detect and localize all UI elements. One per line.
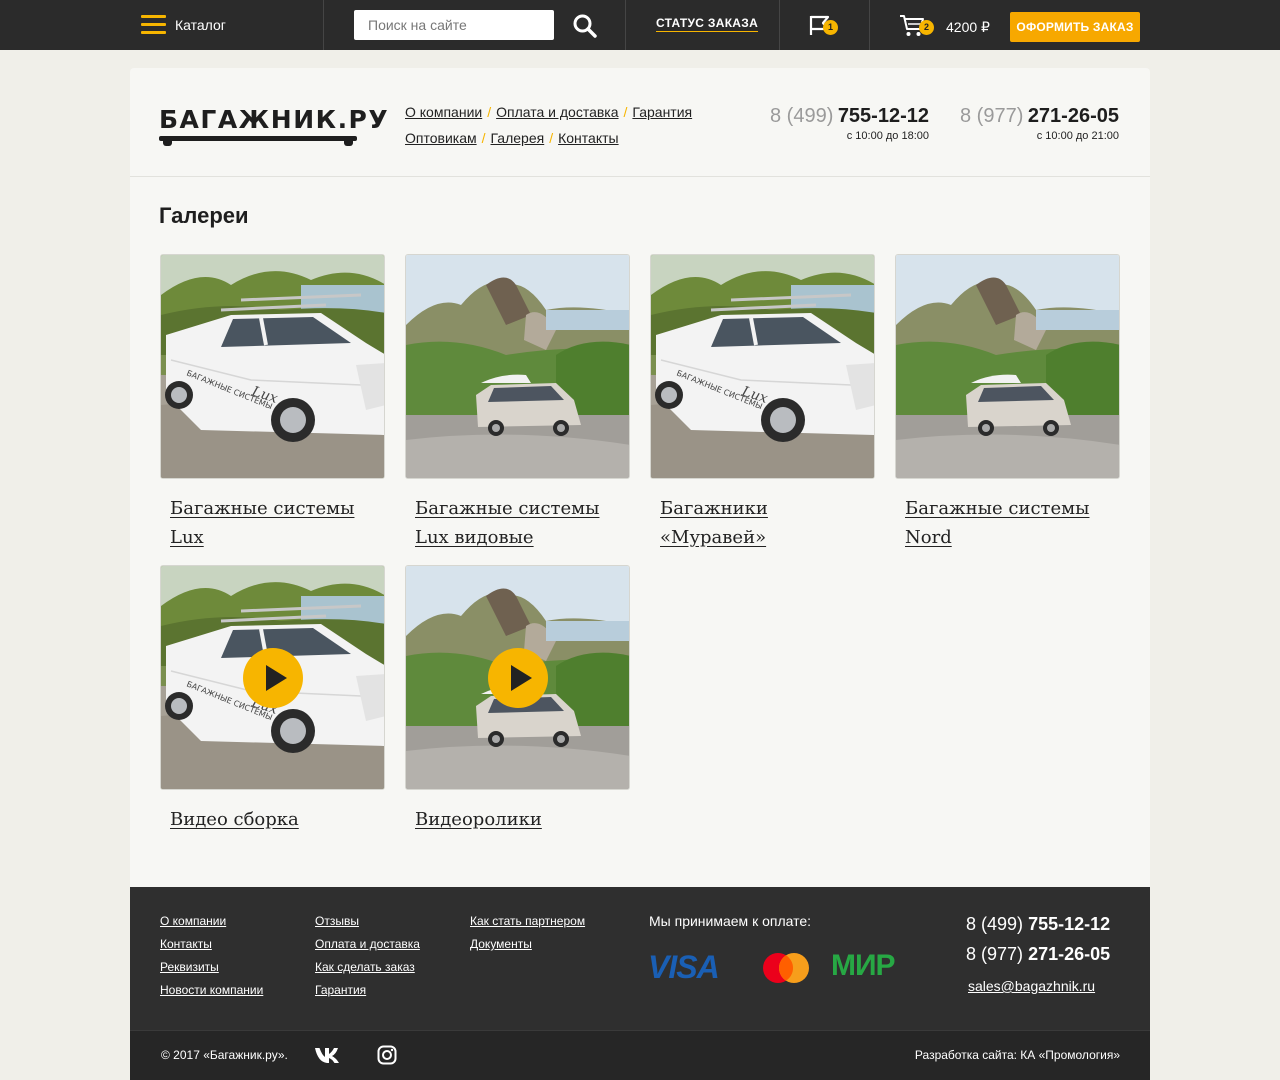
footer-link[interactable]: Гарантия — [315, 983, 420, 998]
nav-gallery[interactable]: Галерея — [491, 130, 545, 146]
footer: О компании Контакты Реквизиты Новости ко… — [130, 887, 1150, 1030]
phone-hours: с 10:00 до 18:00 — [846, 130, 929, 142]
footer-links-col-3: Как стать партнером Документы — [470, 914, 585, 960]
developer-credit[interactable]: Разработка сайта: КА «Промология» — [915, 1048, 1120, 1062]
gallery-card[interactable]: БАГАЖНЫЕ СИСТЕМЫ Lux Багажники «Муравей» — [650, 254, 875, 552]
nav-about[interactable]: О компании — [405, 104, 482, 120]
search-icon[interactable] — [572, 13, 598, 39]
gallery-thumbnail[interactable] — [895, 254, 1120, 479]
play-icon[interactable] — [243, 648, 303, 708]
gallery-title-link[interactable]: Багажные системы Nord — [905, 494, 1120, 552]
topbar-divider — [779, 0, 780, 50]
nav-warranty[interactable]: Гарантия — [632, 104, 692, 120]
header-divider — [130, 176, 1150, 177]
visa-logo: VISA — [648, 949, 720, 985]
gallery-title-link[interactable]: Багажные системы Lux видовые — [415, 494, 630, 552]
header-nav-row-1: О компании / Оплата и доставка / Гарантия — [405, 104, 693, 120]
logo-rack-foot — [344, 138, 353, 146]
nav-payment-delivery[interactable]: Оплата и доставка — [496, 104, 618, 120]
gallery-title-link[interactable]: Видео сборка — [170, 805, 385, 834]
logo-roof-rack-bar — [159, 136, 357, 141]
gallery-card[interactable]: Багажные системы Nord — [895, 254, 1120, 552]
gallery-card[interactable]: БАГАЖНЫЕ СИСТЕМЫ Lux Багажные системы Lu… — [160, 254, 385, 552]
footer-phone-2[interactable]: 8 (977) 271-26-05 — [966, 944, 1110, 965]
mastercard-logo-icon — [763, 953, 809, 983]
footer-link[interactable]: Документы — [470, 937, 585, 952]
header-phone-1[interactable]: 8 (499) 755-12-12 с 10:00 до 18:00 — [770, 105, 929, 142]
footer-links-col-2: Отзывы Оплата и доставка Как сделать зак… — [315, 914, 420, 1006]
footer-link[interactable]: Оплата и доставка — [315, 937, 420, 952]
order-status-link[interactable]: СТАТУС ЗАКАЗА — [656, 16, 759, 32]
play-icon[interactable] — [488, 648, 548, 708]
header-nav-row-2: Оптовикам / Галерея / Контакты — [405, 130, 619, 146]
gallery-card[interactable]: Видеоролики — [405, 565, 630, 834]
page-title: Галереи — [159, 203, 249, 228]
phone-hours: с 10:00 до 21:00 — [1036, 130, 1119, 142]
gallery-thumbnail[interactable]: БАГАЖНЫЕ СИСТЕМЫ Lux — [650, 254, 875, 479]
gallery-thumbnail[interactable] — [405, 565, 630, 790]
gallery-thumbnail[interactable] — [405, 254, 630, 479]
topbar-divider — [625, 0, 626, 50]
gallery-thumbnail[interactable]: БАГАЖНЫЕ СИСТЕМЫ Lux — [160, 565, 385, 790]
gallery-card[interactable]: Багажные системы Lux видовые — [405, 254, 630, 552]
top-bar: Каталог СТАТУС ЗАКАЗА 1 2 4200 ₽ ОФОРМИТ… — [0, 0, 1280, 50]
hamburger-menu-icon[interactable] — [141, 15, 166, 35]
catalog-link[interactable]: Каталог — [175, 17, 226, 33]
logo-text: БАГАЖНИК.РУ — [159, 105, 390, 134]
bottom-bar: © 2017 «Багажник.ру». Разработка сайта: … — [130, 1030, 1150, 1080]
footer-link[interactable]: Как сделать заказ — [315, 960, 420, 975]
favorites-count-badge: 1 — [823, 20, 838, 35]
footer-link[interactable]: Отзывы — [315, 914, 420, 929]
checkout-button[interactable]: ОФОРМИТЬ ЗАКАЗ — [1010, 12, 1140, 42]
footer-links-col-1: О компании Контакты Реквизиты Новости ко… — [160, 914, 263, 1006]
site-logo[interactable]: БАГАЖНИК.РУ — [159, 105, 388, 147]
main-card: БАГАЖНИК.РУ О компании / Оплата и доставка… — [130, 68, 1150, 887]
footer-link[interactable]: Реквизиты — [160, 960, 263, 975]
gallery-title-link[interactable]: Багажники «Муравей» — [660, 494, 875, 552]
gallery-title-link[interactable]: Багажные системы Lux — [170, 494, 385, 552]
mir-logo: МИР — [831, 949, 896, 982]
nav-wholesale[interactable]: Оптовикам — [405, 130, 477, 146]
footer-link[interactable]: Новости компании — [160, 983, 263, 998]
footer-link[interactable]: О компании — [160, 914, 263, 929]
nav-contacts[interactable]: Контакты — [558, 130, 618, 146]
vk-icon[interactable] — [314, 1046, 340, 1064]
footer-phone-1[interactable]: 8 (499) 755-12-12 — [966, 914, 1110, 935]
topbar-divider — [869, 0, 870, 50]
cart-count-badge: 2 — [919, 20, 934, 35]
gallery-title-link[interactable]: Видеоролики — [415, 805, 630, 834]
logo-rack-foot — [163, 138, 172, 146]
gallery-thumbnail[interactable]: БАГАЖНЫЕ СИСТЕМЫ Lux — [160, 254, 385, 479]
search-input[interactable] — [354, 10, 554, 40]
topbar-divider — [323, 0, 324, 50]
footer-link[interactable]: Как стать партнером — [470, 914, 585, 929]
footer-link[interactable]: Контакты — [160, 937, 263, 952]
header-phone-2[interactable]: 8 (977) 271-26-05 с 10:00 до 21:00 — [960, 105, 1119, 142]
footer-email-link[interactable]: sales@bagazhnik.ru — [968, 978, 1095, 994]
gallery-card[interactable]: БАГАЖНЫЕ СИСТЕМЫ Lux Видео сборка — [160, 565, 385, 834]
payment-label: Мы принимаем к оплате: — [649, 913, 812, 929]
cart-total[interactable]: 4200 ₽ — [946, 19, 990, 36]
copyright: © 2017 «Багажник.ру». — [161, 1048, 288, 1062]
instagram-icon[interactable] — [377, 1045, 397, 1065]
